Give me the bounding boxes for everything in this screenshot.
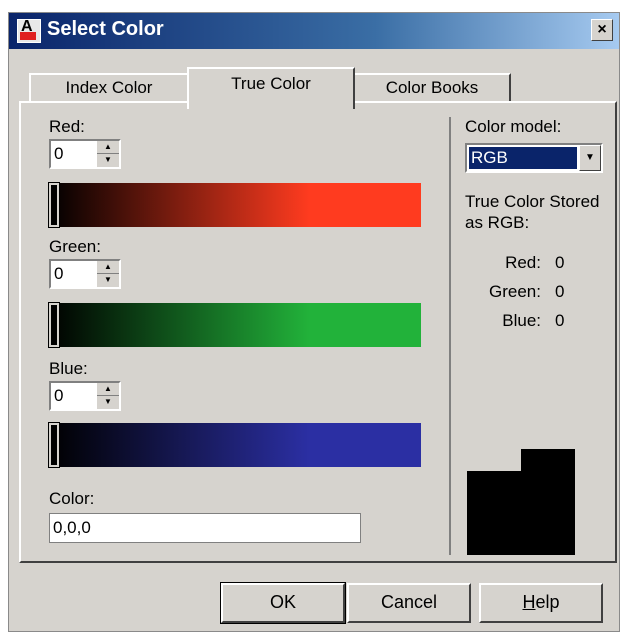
blue-slider-track[interactable] [48, 422, 421, 468]
up-arrow-icon: ▲ [104, 262, 112, 271]
green-spin-buttons: ▲ ▼ [96, 261, 119, 287]
green-value: 0 [54, 264, 64, 283]
title-bar[interactable]: A Select Color × [9, 13, 619, 49]
tab-label: Index Color [65, 78, 153, 97]
ok-button[interactable]: OK [220, 582, 346, 624]
close-icon: × [597, 21, 607, 38]
red-slider-track[interactable] [48, 182, 421, 228]
tab-index-color[interactable]: Index Color [29, 73, 189, 103]
window-title: Select Color [47, 18, 164, 40]
autocad-app-icon: A [17, 18, 41, 43]
green-spinner[interactable]: 0 ▲ ▼ [49, 259, 121, 289]
blue-label: Blue: [49, 359, 88, 378]
green-slider-track[interactable] [48, 302, 421, 348]
color-model-section: Color model: RGB ▼ True Color Stored as … [449, 117, 613, 555]
stored-green-label: Green: [489, 282, 541, 301]
dropdown-button[interactable]: ▼ [579, 145, 601, 171]
stored-blue-value: 0 [555, 311, 565, 330]
color-label: Color: [49, 489, 95, 508]
blue-slider-thumb[interactable] [48, 422, 60, 468]
green-decrement-button[interactable]: ▼ [97, 274, 119, 287]
color-preview-swatch [467, 449, 575, 555]
green-increment-button[interactable]: ▲ [97, 261, 119, 274]
color-model-label: Color model: [465, 117, 562, 136]
up-arrow-icon: ▲ [104, 142, 112, 151]
color-model-select[interactable]: RGB ▼ [465, 143, 603, 173]
red-spin-buttons: ▲ ▼ [96, 141, 119, 167]
green-slider-thumb[interactable] [48, 302, 60, 348]
chevron-down-icon: ▼ [585, 152, 595, 163]
stored-red-value: 0 [555, 253, 565, 272]
blue-spinner[interactable]: 0 ▲ ▼ [49, 381, 121, 411]
color-model-selected: RGB [469, 147, 577, 169]
red-slider-thumb[interactable] [48, 182, 60, 228]
red-value: 0 [54, 144, 64, 163]
up-arrow-icon: ▲ [104, 384, 112, 393]
tab-label: Color Books [385, 78, 479, 97]
down-arrow-icon: ▼ [104, 397, 112, 406]
cancel-button[interactable]: Cancel [347, 583, 471, 623]
blue-spin-buttons: ▲ ▼ [96, 383, 119, 409]
red-label: Red: [49, 117, 85, 136]
tab-true-color[interactable]: True Color [187, 67, 355, 109]
tab-label: True Color [231, 74, 311, 93]
down-arrow-icon: ▼ [104, 275, 112, 284]
stored-blue-label: Blue: [502, 311, 541, 330]
app-icon-letter: A [21, 18, 33, 35]
close-button[interactable]: × [591, 19, 613, 41]
stored-green-value: 0 [555, 282, 565, 301]
green-label: Green: [49, 237, 101, 256]
true-color-panel: Red: 0 ▲ ▼ Green: 0 ▲ ▼ Blue: 0 ▲ ▼ Colo… [19, 101, 617, 563]
blue-increment-button[interactable]: ▲ [97, 383, 119, 396]
color-value-field[interactable] [49, 513, 361, 543]
stored-as-rgb-text: True Color Stored as RGB: [465, 192, 600, 232]
select-color-dialog: A Select Color × Index Color True Color … [8, 12, 620, 632]
blue-decrement-button[interactable]: ▼ [97, 396, 119, 409]
help-button[interactable]: Help [479, 583, 603, 623]
blue-value: 0 [54, 386, 64, 405]
stored-red-label: Red: [505, 253, 541, 272]
swatch-notch [467, 449, 521, 471]
red-increment-button[interactable]: ▲ [97, 141, 119, 154]
red-decrement-button[interactable]: ▼ [97, 154, 119, 167]
down-arrow-icon: ▼ [104, 155, 112, 164]
tab-color-books[interactable]: Color Books [353, 73, 511, 103]
red-spinner[interactable]: 0 ▲ ▼ [49, 139, 121, 169]
